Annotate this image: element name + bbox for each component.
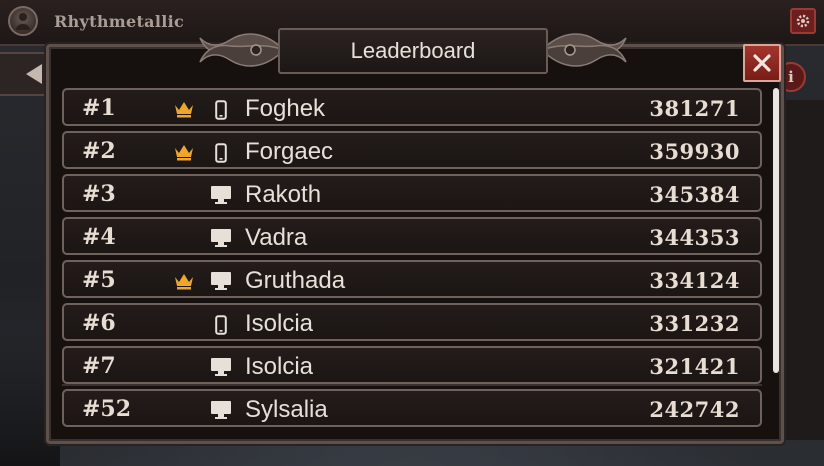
leaderboard-row[interactable]: #3 Rakoth 345384 — [62, 174, 762, 212]
close-icon — [753, 54, 771, 72]
crown-icon — [174, 272, 194, 295]
desktop-icon — [210, 185, 232, 210]
player-row[interactable]: #52 Sylsalia 242742 — [62, 389, 762, 427]
crown-icon — [174, 143, 194, 166]
desktop-icon — [210, 357, 232, 382]
player-name: Gruthada — [245, 267, 346, 294]
divider — [62, 384, 762, 386]
crown-icon — [174, 100, 194, 123]
settings-button[interactable] — [790, 8, 816, 34]
panel-title: Leaderboard — [278, 28, 548, 74]
phone-icon — [215, 315, 227, 340]
score: 359930 — [649, 139, 740, 164]
player-name: Foghek — [245, 95, 326, 122]
ornament-left-icon — [199, 33, 286, 67]
leaderboard-row[interactable]: #5 Gruthada 334124 — [62, 260, 762, 298]
avatar[interactable] — [8, 6, 38, 36]
desktop-icon — [210, 271, 232, 296]
leaderboard-row[interactable]: #1 Foghek 381271 — [62, 88, 762, 126]
player-name: Isolcia — [245, 353, 314, 380]
user-icon — [16, 13, 30, 30]
score: 345384 — [649, 182, 740, 207]
leaderboard-row[interactable]: #7 Isolcia 321421 — [62, 346, 762, 384]
rank: #6 — [82, 310, 116, 336]
ornament-right-icon — [540, 33, 627, 67]
score: 334124 — [649, 268, 740, 293]
phone-icon — [215, 100, 227, 125]
gear-icon — [796, 14, 810, 28]
score: 321421 — [649, 354, 740, 379]
panel-title-text: Leaderboard — [350, 38, 476, 63]
player-name: Sylsalia — [245, 396, 328, 423]
desktop-icon — [210, 400, 232, 425]
rank: #5 — [82, 267, 116, 293]
player-name: Forgaec — [245, 138, 334, 165]
desktop-icon — [210, 228, 232, 253]
arrow-left-icon — [26, 64, 42, 84]
score: 344353 — [649, 225, 740, 250]
scrollbar[interactable] — [773, 88, 779, 373]
score: 242742 — [649, 397, 740, 422]
score: 331232 — [649, 311, 740, 336]
side-panel — [782, 100, 824, 440]
leaderboard-row[interactable]: #4 Vadra 344353 — [62, 217, 762, 255]
player-name: Rakoth — [245, 181, 322, 208]
rank: #3 — [82, 181, 116, 207]
player-name: Vadra — [245, 224, 308, 251]
close-button[interactable] — [743, 44, 781, 82]
rank: #4 — [82, 224, 116, 250]
info-icon: i — [788, 68, 794, 86]
leaderboard-row[interactable]: #6 Isolcia 331232 — [62, 303, 762, 341]
player-name: Isolcia — [245, 310, 314, 337]
rank: #1 — [82, 95, 116, 121]
score: 381271 — [649, 96, 740, 121]
phone-icon — [215, 143, 227, 168]
rank: #2 — [82, 138, 116, 164]
leaderboard-row[interactable]: #2 Forgaec 359930 — [62, 131, 762, 169]
app-title: Rhythmetallic — [54, 12, 184, 31]
rank: #52 — [82, 396, 132, 422]
rank: #7 — [82, 353, 116, 379]
